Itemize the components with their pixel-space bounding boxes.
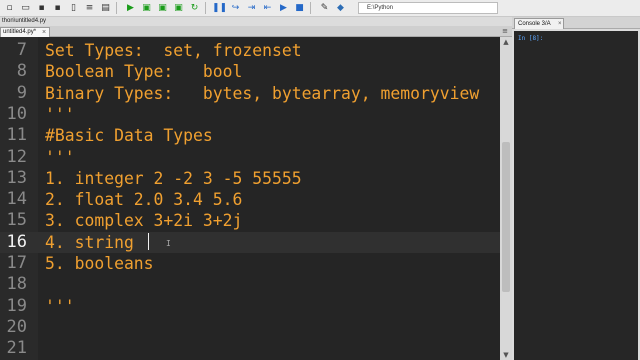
line-number: 10: [6, 103, 27, 124]
console-pane: Console 3/A × In [8]:: [512, 17, 640, 360]
ipython-console[interactable]: In [8]:: [514, 31, 638, 360]
code-text: #Basic Data Types: [45, 126, 213, 146]
code-text: 1. integer 2 -2 3 -5 55555: [45, 168, 302, 188]
code-editor[interactable]: 7 Set Types: set, frozenset 8 Boolean Type:…: [0, 37, 500, 360]
file-path-label: thon\untitled4.py: [0, 17, 512, 26]
step-into-icon[interactable]: ⇥: [245, 2, 258, 15]
code-text: ''': [45, 296, 75, 316]
code-text: Binary Types: bytes, bytearray, memoryvi…: [45, 83, 480, 103]
scroll-up-icon[interactable]: ▲: [501, 37, 511, 47]
code-line[interactable]: 20: [0, 317, 500, 338]
line-number: 20: [6, 316, 27, 337]
code-line[interactable]: 7 Set Types: set, frozenset: [0, 40, 500, 61]
line-number: 12: [6, 146, 27, 167]
debug-icon[interactable]: ❚❚: [212, 2, 227, 15]
save-all-icon[interactable]: ▪: [51, 2, 64, 15]
console-tab-bar: Console 3/A ×: [512, 17, 640, 29]
code-line[interactable]: 14 2. float 2.0 3.4 5.6: [0, 189, 500, 210]
stop-icon[interactable]: ■: [293, 2, 306, 15]
code-line[interactable]: 10 ''': [0, 104, 500, 125]
console-tab-label: Console 3/A: [518, 21, 551, 27]
code-text: 2. float 2.0 3.4 5.6: [45, 190, 243, 210]
code-line[interactable]: 11 #Basic Data Types: [0, 125, 500, 146]
code-line[interactable]: 21: [0, 338, 500, 359]
scroll-thumb[interactable]: [502, 142, 510, 292]
code-line[interactable]: 17 5. booleans: [0, 253, 500, 274]
line-number: 17: [6, 253, 27, 273]
ibeam-cursor-icon: I: [166, 240, 171, 248]
rerun-icon[interactable]: ↻: [188, 2, 201, 15]
code-text: ''': [45, 147, 75, 167]
continue-icon[interactable]: ▶: [277, 2, 290, 15]
line-number: 9: [16, 82, 27, 103]
line-number: 16: [6, 231, 27, 252]
line-number: 13: [6, 167, 27, 188]
toolbar: ▫ ▭ ▪ ▪ ▯ ≡ ▤ ▶ ▣ ▣ ▣ ↻ ❚❚ ↪ ⇥ ⇤ ▶ ■ ✎ ◆…: [0, 0, 640, 17]
toolbar-separator: [310, 2, 311, 14]
line-number: 21: [6, 338, 27, 359]
run-file-icon[interactable]: ▣: [140, 2, 153, 15]
new-tab-icon[interactable]: ▯: [67, 2, 80, 15]
code-text: Boolean Type: bool: [45, 62, 243, 82]
toolbar-separator: [205, 2, 206, 14]
code-line[interactable]: 16 4. string: [0, 231, 500, 253]
code-text: ''': [45, 104, 75, 124]
code-text: 4. string: [45, 232, 144, 252]
step-icon[interactable]: ↪: [229, 2, 242, 15]
open-folder-icon[interactable]: ▭: [19, 2, 32, 15]
scroll-down-icon[interactable]: ▼: [501, 350, 511, 360]
save-icon[interactable]: ▪: [35, 2, 48, 15]
line-number: 8: [16, 61, 27, 82]
code-line[interactable]: 13 1. integer 2 -2 3 -5 55555: [0, 168, 500, 189]
code-line[interactable]: 18: [0, 274, 500, 295]
run-icon[interactable]: ▶: [124, 2, 137, 15]
code-text: Set Types: set, frozenset: [45, 41, 302, 60]
menu-icon[interactable]: ≡: [502, 27, 508, 35]
tab-label: untitled4.py*: [3, 29, 37, 35]
code-line[interactable]: 9 Binary Types: bytes, bytearray, memoryv…: [0, 83, 500, 104]
editor-scrollbar[interactable]: ▲ ▼: [500, 37, 512, 360]
tab-console[interactable]: Console 3/A ×: [514, 18, 564, 29]
code-line[interactable]: 19 ''': [0, 296, 500, 317]
code-line[interactable]: 15 3. complex 3+2i 3+2j: [0, 210, 500, 231]
settings-icon[interactable]: ✎: [318, 2, 331, 15]
editor-tab-bar: untitled4.py* × ≡: [0, 26, 512, 37]
working-directory-field[interactable]: E:\Python: [358, 2, 498, 14]
toolbar-separator: [116, 2, 117, 14]
code-line[interactable]: 8 Boolean Type: bool: [0, 61, 500, 82]
run-cell-advance-icon[interactable]: ▣: [172, 2, 185, 15]
line-number: 18: [6, 274, 27, 295]
line-number: 11: [6, 125, 27, 146]
console-prompt: In [8]:: [518, 35, 544, 42]
close-icon[interactable]: ×: [42, 28, 46, 37]
line-number: 19: [6, 295, 27, 316]
code-line[interactable]: 12 ''': [0, 147, 500, 168]
run-cell-icon[interactable]: ▣: [156, 2, 169, 15]
code-text: 3. complex 3+2i 3+2j: [45, 211, 243, 231]
line-number: 14: [6, 189, 27, 210]
text-cursor: [148, 233, 149, 250]
tab-untitled4[interactable]: untitled4.py* ×: [0, 27, 50, 37]
line-number: 15: [6, 210, 27, 231]
step-return-icon[interactable]: ⇤: [261, 2, 274, 15]
python-icon[interactable]: ◆: [334, 2, 347, 15]
print-icon[interactable]: ▤: [99, 2, 112, 15]
new-file-icon[interactable]: ▫: [3, 2, 16, 15]
close-icon[interactable]: ×: [558, 19, 562, 29]
code-text: 5. booleans: [45, 254, 154, 273]
browse-tabs-icon[interactable]: ≡: [83, 2, 96, 15]
line-number: 7: [16, 40, 27, 60]
